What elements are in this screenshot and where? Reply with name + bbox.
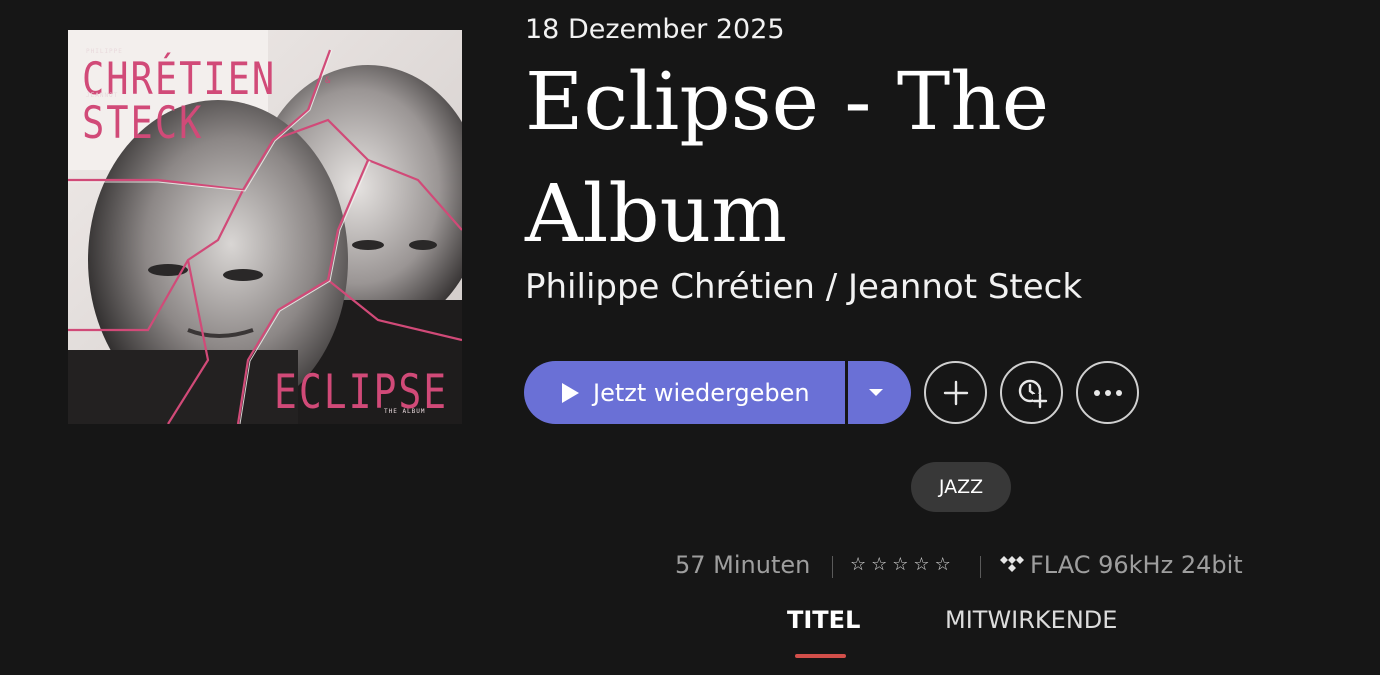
cover-subtitle: THE ALBUM: [384, 408, 426, 415]
album-cover[interactable]: PHILIPPE CHRÉTIEN & JEANNOT STECK ECLIPS…: [68, 30, 462, 424]
clock-add-icon: [1018, 379, 1047, 408]
star-icon[interactable]: ☆: [913, 554, 929, 575]
play-later-button[interactable]: [1000, 361, 1063, 424]
tidal-icon: [1000, 556, 1024, 572]
active-tab-indicator: [795, 654, 846, 658]
more-options-button[interactable]: [1076, 361, 1139, 424]
play-now-label: Jetzt wiedergeben: [593, 378, 810, 407]
album-title: Eclipse - The Album: [525, 55, 1050, 260]
star-icon[interactable]: ☆: [850, 554, 866, 575]
add-to-library-button[interactable]: [924, 361, 987, 424]
album-page: PHILIPPE CHRÉTIEN & JEANNOT STECK ECLIPS…: [0, 0, 1380, 675]
tab-titel[interactable]: TITEL: [787, 606, 860, 634]
play-button-group: Jetzt wiedergeben: [524, 361, 911, 424]
plus-icon: [943, 380, 968, 405]
star-icon[interactable]: ☆: [935, 554, 951, 575]
tab-mitwirkende[interactable]: MITWIRKENDE: [945, 606, 1117, 634]
play-icon: [562, 382, 579, 403]
star-icon[interactable]: ☆: [892, 554, 908, 575]
cover-ampersand: &: [325, 76, 333, 86]
chevron-down-icon: [868, 389, 883, 396]
genre-tag[interactable]: JAZZ: [911, 462, 1011, 512]
play-now-button[interactable]: Jetzt wiedergeben: [524, 361, 845, 424]
meta-divider: [980, 556, 981, 578]
audio-quality: FLAC 96kHz 24bit: [1030, 551, 1243, 579]
play-options-dropdown[interactable]: [848, 361, 911, 424]
album-duration: 57 Minuten: [675, 551, 811, 579]
album-artist-link[interactable]: Philippe Chrétien / Jeannot Steck: [525, 267, 1082, 307]
cover-artist2-last: STECK: [82, 97, 204, 149]
release-date: 18 Dezember 2025: [525, 14, 785, 45]
more-icon: [1093, 389, 1122, 396]
rating-stars[interactable]: ☆ ☆ ☆ ☆ ☆: [850, 554, 951, 575]
star-icon[interactable]: ☆: [871, 554, 887, 575]
meta-divider: [832, 556, 833, 578]
